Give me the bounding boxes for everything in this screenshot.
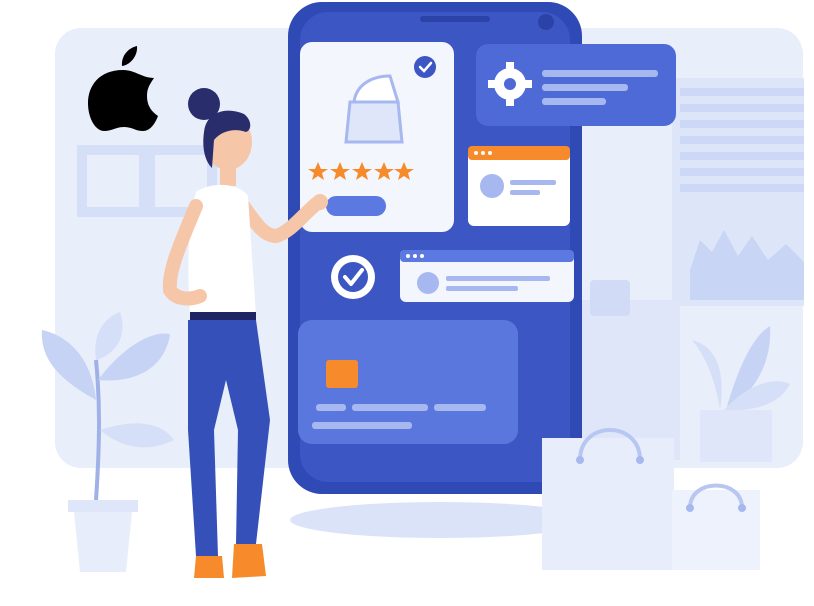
ecommerce-illustration (41, 2, 804, 578)
buy-button-shape (326, 196, 386, 216)
settings-card (476, 44, 676, 126)
credit-card-icon (298, 320, 518, 444)
shopping-bag-small-icon (672, 483, 760, 570)
profile-card-blue (400, 250, 574, 302)
profile-card-orange (468, 146, 570, 226)
check-badge-icon (414, 56, 436, 78)
window-blinds (672, 78, 804, 306)
shopping-bag-icon (542, 428, 674, 570)
checkmark-icon (331, 255, 375, 299)
